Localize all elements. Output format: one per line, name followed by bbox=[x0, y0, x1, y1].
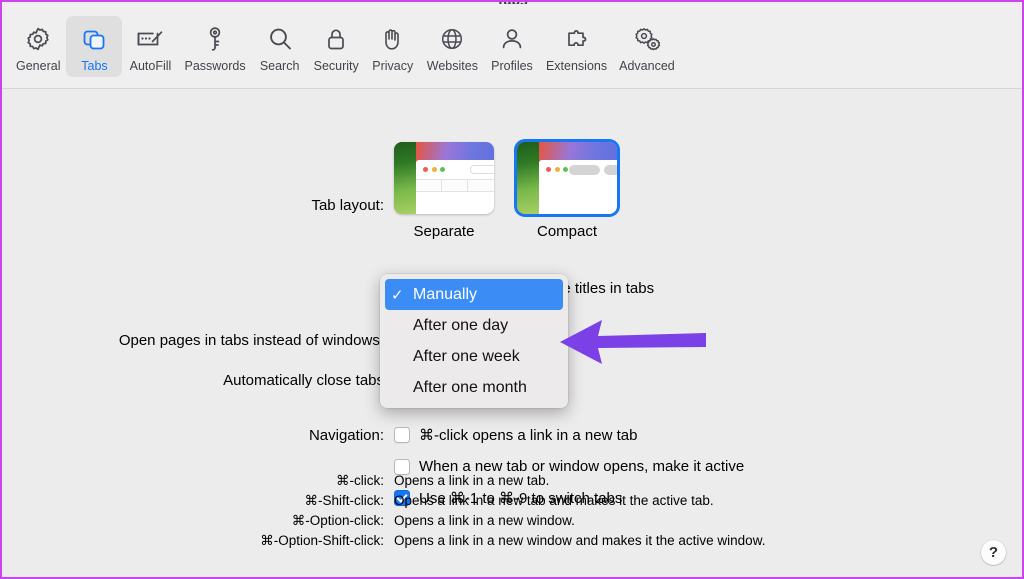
toolbar-item-label: Advanced bbox=[619, 58, 675, 73]
settings-toolbar: General Tabs AutoFill Passwords Search S… bbox=[2, 4, 1022, 89]
separate-thumbnail[interactable] bbox=[394, 142, 494, 214]
shortcut-desc: Opens a link in a new window. bbox=[394, 513, 575, 528]
shortcut-row: ⌘-Option-Shift-click: Opens a link in a … bbox=[2, 533, 1022, 549]
tab-mock bbox=[416, 179, 442, 192]
shortcut-key: ⌘-Option-Shift-click: bbox=[260, 533, 384, 548]
shortcut-desc: Opens a link in a new tab and makes it t… bbox=[394, 493, 714, 508]
menu-item-after-one-month[interactable]: After one month bbox=[385, 372, 563, 403]
compact-tab-strip-mock bbox=[569, 165, 617, 175]
toolbar-item-general[interactable]: General bbox=[10, 16, 66, 77]
tab-layout-caption: Compact bbox=[536, 223, 598, 240]
toolbar-item-label: General bbox=[16, 58, 61, 73]
shortcut-desc: Opens a link in a new tab. bbox=[394, 473, 550, 488]
shortcut-row: ⌘-Option-click: Opens a link in a new wi… bbox=[2, 513, 1022, 529]
toolbar-item-websites[interactable]: Websites bbox=[421, 16, 484, 77]
navigation-checkbox-cmd-click[interactable]: ⌘-click opens a link in a new tab bbox=[394, 426, 744, 444]
toolbar-item-privacy[interactable]: Privacy bbox=[365, 16, 421, 77]
toolbar-item-label: Extensions bbox=[545, 58, 608, 73]
toolbar-item-passwords[interactable]: Passwords bbox=[178, 16, 251, 77]
menu-item-after-one-week[interactable]: After one week bbox=[385, 341, 563, 372]
tab-pill-mock bbox=[604, 165, 617, 175]
traffic-lights bbox=[423, 167, 445, 172]
menu-item-manually[interactable]: ✓ Manually bbox=[385, 279, 563, 310]
menu-item-label: After one week bbox=[413, 347, 520, 365]
tab-mock bbox=[442, 179, 468, 192]
safari-settings-window: Tabs General Tabs bbox=[0, 0, 1024, 579]
shortcut-key: ⌘-Option-click: bbox=[291, 513, 384, 528]
traffic-lights bbox=[546, 167, 568, 172]
toolbar-item-extensions[interactable]: Extensions bbox=[540, 16, 613, 77]
menu-item-label: Manually bbox=[413, 285, 478, 303]
toolbar-item-label: Privacy bbox=[372, 58, 414, 73]
close-dot bbox=[423, 167, 428, 172]
tab-layout-option-compact[interactable]: Compact bbox=[517, 142, 617, 240]
toolbar-item-label: AutoFill bbox=[129, 58, 172, 73]
puzzle-icon bbox=[563, 22, 591, 56]
browser-window-mock bbox=[416, 160, 494, 214]
tabs-icon bbox=[80, 22, 108, 56]
auto-close-tabs-label: Automatically close tabs bbox=[223, 372, 384, 389]
toolbar-item-label: Tabs bbox=[81, 58, 108, 73]
tab-layout-option-separate[interactable]: Separate bbox=[394, 142, 494, 240]
toolbar-item-tabs[interactable]: Tabs bbox=[66, 15, 123, 77]
shortcuts-help-list: ⌘-click: Opens a link in a new tab. ⌘-Sh… bbox=[2, 473, 1022, 549]
menu-item-label: After one day bbox=[413, 316, 509, 334]
person-icon bbox=[499, 22, 525, 56]
wallpaper-hill bbox=[517, 142, 539, 214]
lock-icon bbox=[324, 22, 348, 56]
shortcut-row: ⌘-Shift-click: Opens a link in a new tab… bbox=[2, 493, 1022, 509]
cmd-click-label: ⌘-click opens a link in a new tab bbox=[419, 427, 638, 444]
key-icon bbox=[205, 22, 225, 56]
toolbar-item-label: Search bbox=[259, 58, 300, 73]
menu-item-after-one-day[interactable]: After one day bbox=[385, 310, 563, 341]
zoom-dot bbox=[563, 167, 568, 172]
gear-icon bbox=[24, 22, 52, 56]
navigation-label: Navigation: bbox=[308, 427, 384, 444]
toolbar-item-label: Profiles bbox=[491, 58, 533, 73]
shortcut-key: ⌘-Shift-click: bbox=[304, 493, 384, 508]
cmd-click-checkbox[interactable] bbox=[394, 427, 410, 443]
toolbar-item-profiles[interactable]: Profiles bbox=[484, 16, 540, 77]
toolbar-item-label: Websites bbox=[426, 58, 478, 73]
menu-item-label: After one month bbox=[413, 378, 527, 396]
browser-window-mock bbox=[539, 160, 617, 214]
gears-icon bbox=[632, 22, 662, 56]
toolbar-item-label: Passwords bbox=[184, 58, 246, 73]
toolbar-item-advanced[interactable]: Advanced bbox=[613, 16, 681, 77]
auto-close-tabs-dropdown-menu[interactable]: ✓ Manually After one day After one week … bbox=[380, 274, 568, 408]
shortcut-key: ⌘-click: bbox=[336, 473, 384, 488]
globe-icon bbox=[438, 22, 466, 56]
tab-mock bbox=[468, 179, 494, 192]
toolbar-item-search[interactable]: Search bbox=[252, 16, 308, 77]
autofill-icon bbox=[135, 22, 165, 56]
wallpaper-hill bbox=[394, 142, 416, 214]
address-field-mock bbox=[470, 165, 494, 174]
tab-layout-options: Separate Compact bbox=[394, 142, 617, 240]
tab-layout-label: Tab layout: bbox=[311, 197, 384, 214]
close-dot bbox=[546, 167, 551, 172]
compact-thumbnail[interactable] bbox=[517, 142, 617, 214]
tab-pill-mock bbox=[569, 165, 600, 175]
tab-layout-row: Tab layout: Separate Compact bbox=[2, 142, 1022, 240]
minimize-dot bbox=[554, 167, 560, 172]
toolbar-item-autofill[interactable]: AutoFill bbox=[122, 16, 178, 77]
shortcut-row: ⌘-click: Opens a link in a new tab. bbox=[2, 473, 1022, 489]
shortcut-desc: Opens a link in a new window and makes i… bbox=[394, 533, 766, 548]
checkmark-icon: ✓ bbox=[391, 286, 404, 304]
toolbar-item-label: Security bbox=[313, 58, 359, 73]
toolbar-item-security[interactable]: Security bbox=[308, 16, 365, 77]
search-icon bbox=[266, 22, 294, 56]
tab-layout-caption: Separate bbox=[413, 223, 475, 240]
zoom-dot bbox=[440, 167, 445, 172]
tab-strip-mock bbox=[416, 179, 494, 192]
minimize-dot bbox=[431, 167, 437, 172]
help-button[interactable]: ? bbox=[981, 540, 1006, 565]
hand-icon bbox=[380, 22, 406, 56]
open-pages-label: Open pages in tabs instead of windows: bbox=[118, 332, 384, 349]
